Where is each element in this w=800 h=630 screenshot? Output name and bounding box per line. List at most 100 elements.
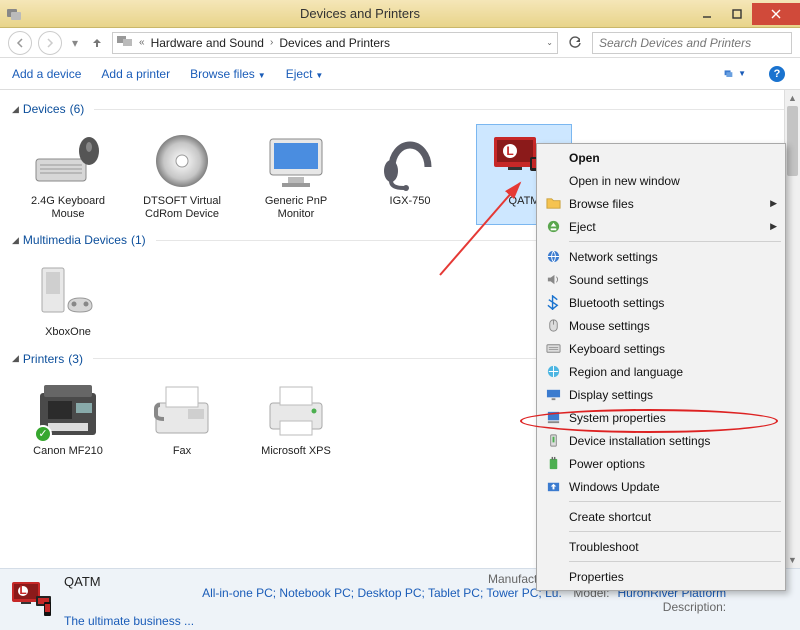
- fax-icon: [146, 379, 218, 443]
- search-box[interactable]: [592, 32, 792, 54]
- forward-button[interactable]: [38, 31, 62, 55]
- svg-text:L: L: [506, 144, 513, 158]
- location-icon: [117, 34, 133, 51]
- menu-item-device-installation-settings[interactable]: Device installation settings: [539, 429, 783, 452]
- device-item-xboxone[interactable]: XboxOne: [20, 255, 116, 344]
- keyboard-icon: [543, 341, 563, 357]
- vertical-scrollbar[interactable]: ▲ ▼: [784, 90, 800, 568]
- default-badge-icon: ✓: [34, 425, 52, 443]
- collapse-icon: ◢: [12, 104, 19, 115]
- add-device-button[interactable]: Add a device: [12, 67, 81, 81]
- scroll-up-icon[interactable]: ▲: [785, 90, 800, 106]
- device-item-monitor[interactable]: Generic PnP Monitor: [248, 124, 344, 225]
- device-item-cdrom[interactable]: DTSOFT Virtual CdRom Device: [134, 124, 230, 225]
- blank-icon: [543, 173, 563, 189]
- submenu-arrow-icon: ▶: [770, 198, 777, 209]
- maximize-button[interactable]: [722, 3, 752, 25]
- blank-icon: [543, 509, 563, 525]
- blank-icon: [543, 539, 563, 555]
- chevron-right-icon: ›: [268, 37, 275, 48]
- help-button[interactable]: ?: [766, 63, 788, 85]
- navbar: ▾ « Hardware and Sound › Devices and Pri…: [0, 28, 800, 58]
- manufacturer-label: Manufacturer:: [202, 572, 562, 586]
- blank-icon: [543, 569, 563, 585]
- disc-icon: [146, 129, 218, 193]
- scroll-down-icon[interactable]: ▼: [785, 552, 800, 568]
- menu-item-label: Region and language: [569, 365, 683, 379]
- folder-icon: [543, 196, 563, 212]
- submenu-arrow-icon: ▶: [770, 221, 777, 232]
- menu-item-power-options[interactable]: Power options: [539, 452, 783, 475]
- refresh-button[interactable]: [564, 32, 586, 54]
- chevron-right-icon: «: [137, 37, 147, 48]
- address-bar[interactable]: « Hardware and Sound › Devices and Print…: [112, 32, 558, 54]
- close-button[interactable]: [752, 3, 800, 25]
- menu-item-browse-files[interactable]: Browse files▶: [539, 192, 783, 215]
- menu-item-label: Open: [569, 151, 600, 165]
- menu-item-display-settings[interactable]: Display settings: [539, 383, 783, 406]
- eject-icon: [543, 219, 563, 235]
- keyboard-mouse-icon: [32, 129, 104, 193]
- window-title: Devices and Printers: [28, 6, 692, 21]
- svg-text:L: L: [19, 583, 26, 597]
- console-icon: [32, 260, 104, 324]
- device-item-fax[interactable]: Fax: [134, 374, 230, 463]
- menu-item-label: Properties: [569, 570, 624, 584]
- menu-item-bluetooth-settings[interactable]: Bluetooth settings: [539, 291, 783, 314]
- region-icon: [543, 364, 563, 380]
- group-header-devices[interactable]: ◢ Devices (6): [10, 96, 790, 120]
- menu-item-label: System properties: [569, 411, 666, 425]
- browse-files-button[interactable]: Browse files▼: [190, 67, 266, 81]
- mfp-icon: ✓: [32, 379, 104, 443]
- menu-item-open-in-new-window[interactable]: Open in new window: [539, 169, 783, 192]
- address-dropdown[interactable]: ⌄: [546, 38, 553, 47]
- device-item-xps[interactable]: Microsoft XPS: [248, 374, 344, 463]
- menu-item-system-properties[interactable]: System properties: [539, 406, 783, 429]
- menu-item-label: Device installation settings: [569, 434, 710, 448]
- details-name: QATM: [64, 572, 194, 589]
- titlebar: Devices and Printers: [0, 0, 800, 28]
- power-icon: [543, 456, 563, 472]
- menu-item-region-and-language[interactable]: Region and language: [539, 360, 783, 383]
- scroll-thumb[interactable]: [787, 106, 798, 176]
- breadcrumb-item[interactable]: Devices and Printers: [279, 36, 390, 50]
- collapse-icon: ◢: [12, 235, 19, 246]
- update-icon: [543, 479, 563, 495]
- menu-item-create-shortcut[interactable]: Create shortcut: [539, 505, 783, 528]
- command-bar: Add a device Add a printer Browse files▼…: [0, 58, 800, 90]
- device-item-canon[interactable]: ✓ Canon MF210: [20, 374, 116, 463]
- blank-icon: [543, 150, 563, 166]
- description-label: Description:: [617, 600, 726, 614]
- up-button[interactable]: [88, 31, 106, 55]
- device-item-headset[interactable]: IGX-750: [362, 124, 458, 225]
- menu-item-keyboard-settings[interactable]: Keyboard settings: [539, 337, 783, 360]
- menu-item-properties[interactable]: Properties: [539, 565, 783, 588]
- eject-button[interactable]: Eject▼: [286, 67, 324, 81]
- network-icon: [543, 249, 563, 265]
- menu-item-label: Sound settings: [569, 273, 648, 287]
- minimize-button[interactable]: [692, 3, 722, 25]
- search-input[interactable]: [599, 36, 785, 50]
- add-printer-button[interactable]: Add a printer: [101, 67, 170, 81]
- mouse-icon: [543, 318, 563, 334]
- menu-item-windows-update[interactable]: Windows Update: [539, 475, 783, 498]
- menu-item-mouse-settings[interactable]: Mouse settings: [539, 314, 783, 337]
- menu-item-eject[interactable]: Eject ▶: [539, 215, 783, 238]
- menu-item-label: Eject: [569, 220, 596, 234]
- breadcrumb-item[interactable]: Hardware and Sound: [151, 36, 264, 50]
- app-icon: [6, 6, 22, 22]
- menu-item-open[interactable]: Open: [539, 146, 783, 169]
- menu-item-label: Power options: [569, 457, 645, 471]
- device-item-keyboard-mouse[interactable]: 2.4G Keyboard Mouse: [20, 124, 116, 225]
- menu-item-network-settings[interactable]: Network settings: [539, 245, 783, 268]
- history-dropdown[interactable]: ▾: [68, 31, 82, 55]
- details-icon: L: [10, 578, 54, 622]
- device-icon: [543, 433, 563, 449]
- menu-item-sound-settings[interactable]: Sound settings: [539, 268, 783, 291]
- system-icon: [543, 410, 563, 426]
- back-button[interactable]: [8, 31, 32, 55]
- menu-item-troubleshoot[interactable]: Troubleshoot: [539, 535, 783, 558]
- menu-item-label: Mouse settings: [569, 319, 650, 333]
- view-options-button[interactable]: ▼: [724, 63, 746, 85]
- menu-item-label: Windows Update: [569, 480, 660, 494]
